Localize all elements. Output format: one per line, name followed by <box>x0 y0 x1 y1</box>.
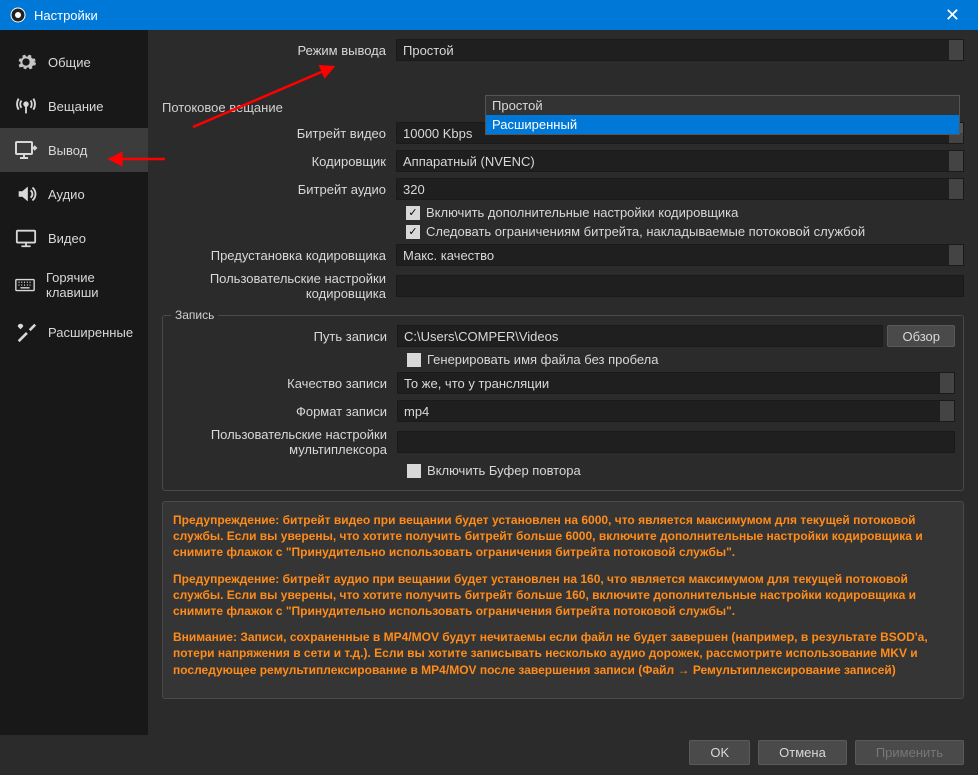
sidebar-item-advanced[interactable]: Расширенные <box>0 310 148 354</box>
sidebar-item-label: Общие <box>48 55 91 70</box>
cancel-button[interactable]: Отмена <box>758 740 847 765</box>
ok-button[interactable]: OK <box>689 740 750 765</box>
warning-text: Внимание: Записи, сохраненные в MP4/MOV … <box>173 629 953 678</box>
sidebar-item-label: Видео <box>48 231 86 246</box>
audio-bitrate-label: Битрейт аудио <box>162 182 396 197</box>
custom-encoder-label: Пользовательские настройки кодировщика <box>162 271 396 301</box>
gear-icon <box>14 50 38 74</box>
warnings-box: Предупреждение: битрейт видео при вещани… <box>162 501 964 699</box>
replay-buffer-checkbox[interactable] <box>407 464 421 478</box>
recording-group: Запись Путь записи C:\Users\COMPER\Video… <box>162 315 964 491</box>
monitor-icon <box>14 226 38 250</box>
sidebar-item-label: Вещание <box>48 99 104 114</box>
obs-icon <box>10 7 26 23</box>
sidebar-item-label: Аудио <box>48 187 85 202</box>
dialog-footer: OK Отмена Применить <box>689 740 964 765</box>
sidebar-item-hotkeys[interactable]: Горячие клавиши <box>0 260 148 310</box>
warning-text: Предупреждение: битрейт аудио при вещани… <box>173 571 953 620</box>
output-mode-label: Режим вывода <box>162 43 396 58</box>
dropdown-option-advanced[interactable]: Расширенный <box>486 115 959 134</box>
content-area: Режим вывода Простой ▲▼ Простой Расширен… <box>148 30 978 735</box>
preset-select[interactable]: Макс. качество <box>396 244 964 266</box>
enable-advanced-label: Включить дополнительные настройки кодиро… <box>426 205 738 220</box>
sidebar-item-label: Горячие клавиши <box>46 270 134 300</box>
enforce-limits-label: Следовать ограничениям битрейта, наклады… <box>426 224 865 239</box>
custom-encoder-input[interactable] <box>396 275 964 297</box>
dropdown-option-simple[interactable]: Простой <box>486 96 959 115</box>
sidebar: Общие Вещание Вывод Аудио Видео Горячие … <box>0 30 148 735</box>
keyboard-icon <box>14 273 36 297</box>
output-icon <box>14 138 38 162</box>
encoder-label: Кодировщик <box>162 154 396 169</box>
warning-text: Предупреждение: битрейт видео при вещани… <box>173 512 953 561</box>
replay-buffer-label: Включить Буфер повтора <box>427 463 581 478</box>
path-label: Путь записи <box>163 329 397 344</box>
preset-label: Предустановка кодировщика <box>162 248 396 263</box>
video-bitrate-label: Битрейт видео <box>162 126 396 141</box>
sidebar-item-general[interactable]: Общие <box>0 40 148 84</box>
encoder-select[interactable]: Аппаратный (NVENC) <box>396 150 964 172</box>
output-mode-dropdown: Простой Расширенный <box>485 95 960 135</box>
format-label: Формат записи <box>163 404 397 419</box>
antenna-icon <box>14 94 38 118</box>
mux-input[interactable] <box>397 431 955 453</box>
sidebar-item-stream[interactable]: Вещание <box>0 84 148 128</box>
mux-label: Пользовательские настройки мультиплексор… <box>163 427 397 457</box>
no-space-label: Генерировать имя файла без пробела <box>427 352 659 367</box>
sidebar-item-label: Вывод <box>48 143 87 158</box>
tools-icon <box>14 320 38 344</box>
enforce-limits-checkbox[interactable]: ✓ <box>406 225 420 239</box>
close-icon[interactable]: ✕ <box>937 5 968 26</box>
recording-title: Запись <box>171 308 218 322</box>
audio-bitrate-select[interactable]: 320 <box>396 178 964 200</box>
recording-path-input[interactable]: C:\Users\COMPER\Videos <box>397 325 883 347</box>
apply-button[interactable]: Применить <box>855 740 964 765</box>
quality-select[interactable]: То же, что у трансляции <box>397 372 955 394</box>
window-title: Настройки <box>34 8 937 23</box>
sidebar-item-label: Расширенные <box>48 325 133 340</box>
format-select[interactable]: mp4 <box>397 400 955 422</box>
sidebar-item-video[interactable]: Видео <box>0 216 148 260</box>
sidebar-item-audio[interactable]: Аудио <box>0 172 148 216</box>
output-mode-select[interactable]: Простой <box>396 39 964 61</box>
sidebar-item-output[interactable]: Вывод <box>0 128 148 172</box>
quality-label: Качество записи <box>163 376 397 391</box>
speaker-icon <box>14 182 38 206</box>
no-space-checkbox[interactable] <box>407 353 421 367</box>
enable-advanced-checkbox[interactable]: ✓ <box>406 206 420 220</box>
titlebar: Настройки ✕ <box>0 0 978 30</box>
browse-button[interactable]: Обзор <box>887 325 955 347</box>
